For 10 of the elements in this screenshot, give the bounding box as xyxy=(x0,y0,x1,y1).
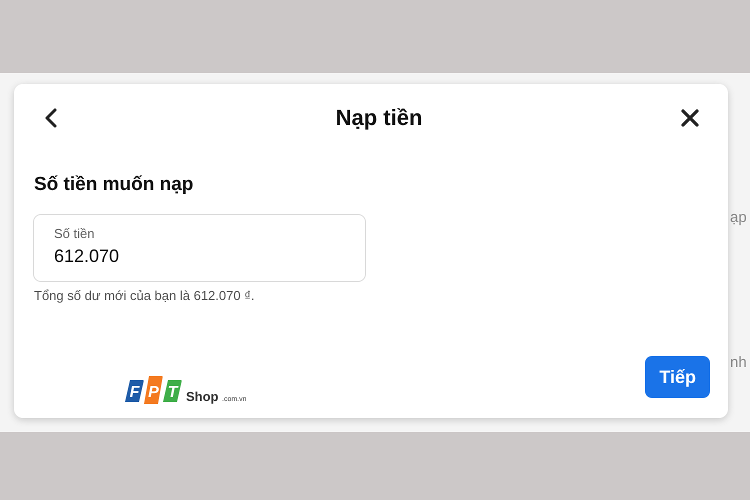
next-button[interactable]: Tiếp xyxy=(645,356,710,398)
close-icon[interactable] xyxy=(680,108,700,128)
section-heading: Số tiền muốn nạp xyxy=(34,174,194,196)
background-text: ạp xyxy=(730,209,748,226)
background-text: nh xyxy=(730,354,748,371)
back-icon[interactable] xyxy=(44,107,58,129)
dialog-title: Nạp tiền xyxy=(334,105,422,131)
field-label: Số tiền xyxy=(54,226,96,241)
helper-text: Tổng số dư mới của bạn là 612.070 ₫. xyxy=(34,288,256,303)
amount-field[interactable]: Số tiền 612.070 xyxy=(33,214,366,282)
